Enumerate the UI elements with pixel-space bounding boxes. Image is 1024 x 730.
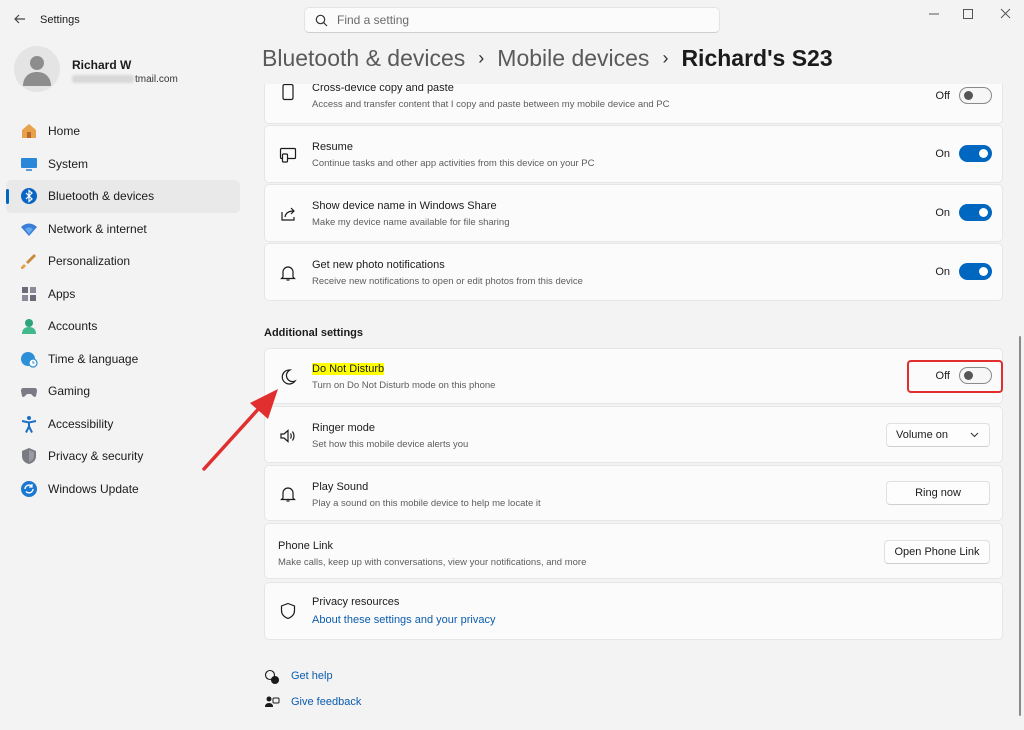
chevron-right-icon: ›: [662, 48, 669, 68]
sidebar-item-windows-update[interactable]: Windows Update: [6, 473, 240, 506]
ringer-mode-dropdown[interactable]: Volume on: [886, 423, 990, 447]
setting-card-ringer-mode: Ringer mode Set how this mobile device a…: [264, 406, 1003, 463]
bell-icon: [280, 487, 296, 502]
page-title: Richard's S23: [681, 45, 833, 71]
photo-notifications-toggle[interactable]: [959, 263, 992, 280]
resume-icon: [279, 147, 297, 163]
annotation-arrow-icon: [202, 389, 278, 471]
open-phone-link-button[interactable]: Open Phone Link: [884, 540, 990, 564]
phone-icon: [282, 84, 294, 101]
home-icon: [22, 124, 36, 138]
privacy-link[interactable]: About these settings and your privacy: [312, 614, 495, 626]
system-icon: [21, 157, 37, 171]
chevron-right-icon: ›: [478, 48, 485, 68]
sidebar-item-system[interactable]: System: [6, 148, 240, 181]
user-name: Richard W: [72, 58, 132, 72]
avatar: [14, 46, 60, 92]
maximize-icon[interactable]: [958, 6, 978, 22]
brush-icon: [21, 254, 36, 269]
setting-card-phone-link: Phone Link Make calls, keep up with conv…: [264, 523, 1003, 579]
sidebar-item-network[interactable]: Network & internet: [6, 213, 240, 246]
search-icon: [315, 14, 328, 27]
share-icon: [281, 207, 295, 221]
get-help-link[interactable]: Get help: [264, 668, 444, 686]
apps-icon: [22, 286, 36, 301]
setting-card-device-name: Show device name in Windows Share Make m…: [264, 184, 1003, 242]
settings-content: Cross-device copy and paste Access and t…: [264, 84, 1004, 730]
redacted-email: [72, 75, 134, 83]
setting-card-do-not-disturb: Do Not Disturb Turn on Do Not Disturb mo…: [264, 348, 1003, 404]
back-arrow-icon[interactable]: [12, 11, 28, 27]
help-icon: [264, 669, 280, 685]
copy-paste-toggle[interactable]: [959, 87, 992, 104]
wifi-icon: [21, 223, 37, 236]
breadcrumb-bluetooth[interactable]: Bluetooth & devices: [262, 45, 465, 72]
user-email: tmail.com: [72, 74, 178, 85]
give-feedback-link[interactable]: Give feedback: [264, 694, 444, 712]
sidebar-item-apps[interactable]: Apps: [6, 278, 240, 311]
title-bar: Settings: [0, 0, 1024, 40]
breadcrumb-mobile-devices[interactable]: Mobile devices: [497, 45, 649, 72]
minimize-icon[interactable]: [924, 6, 944, 22]
sidebar-item-time-language[interactable]: Time & language: [6, 343, 240, 376]
update-icon: [21, 480, 37, 497]
device-name-toggle[interactable]: [959, 204, 992, 221]
gamepad-icon: [21, 388, 37, 397]
moon-icon: [281, 369, 297, 385]
scrollbar[interactable]: [1019, 336, 1021, 716]
ring-now-button[interactable]: Ring now: [886, 481, 990, 505]
section-heading: Additional settings: [264, 327, 363, 339]
sidebar-item-personalization[interactable]: Personalization: [6, 245, 240, 278]
accessibility-icon: [21, 415, 37, 433]
search-input[interactable]: [337, 12, 697, 28]
bell-icon: [280, 266, 296, 281]
setting-card-photo-notifications: Get new photo notifications Receive new …: [264, 243, 1003, 301]
feedback-icon: [265, 696, 280, 707]
chevron-down-icon: [970, 432, 979, 438]
app-title: Settings: [40, 14, 80, 26]
shield-icon: [280, 602, 296, 620]
setting-card-resume: Resume Continue tasks and other app acti…: [264, 125, 1003, 183]
annotation-highlight-box: [907, 360, 1003, 393]
globe-clock-icon: [21, 351, 38, 368]
do-not-disturb-title: Do Not Disturb: [312, 363, 385, 375]
sidebar-item-home[interactable]: Home: [6, 115, 240, 148]
breadcrumb: Bluetooth & devices › Mobile devices › Richa…: [262, 45, 833, 72]
user-profile[interactable]: Richard W tmail.com: [14, 46, 244, 96]
setting-card-privacy-resources: Privacy resources About these settings a…: [264, 582, 1003, 640]
setting-card-copy-paste: Cross-device copy and paste Access and t…: [264, 84, 1003, 124]
accounts-icon: [22, 319, 36, 334]
shield-icon: [22, 448, 36, 464]
bluetooth-icon: [21, 188, 37, 204]
search-box[interactable]: [304, 7, 720, 33]
resume-toggle[interactable]: [959, 145, 992, 162]
sidebar-item-accounts[interactable]: Accounts: [6, 310, 240, 343]
sidebar-item-bluetooth[interactable]: Bluetooth & devices: [6, 180, 240, 213]
setting-card-play-sound: Play Sound Play a sound on this mobile d…: [264, 465, 1003, 521]
close-icon[interactable]: [995, 6, 1015, 22]
